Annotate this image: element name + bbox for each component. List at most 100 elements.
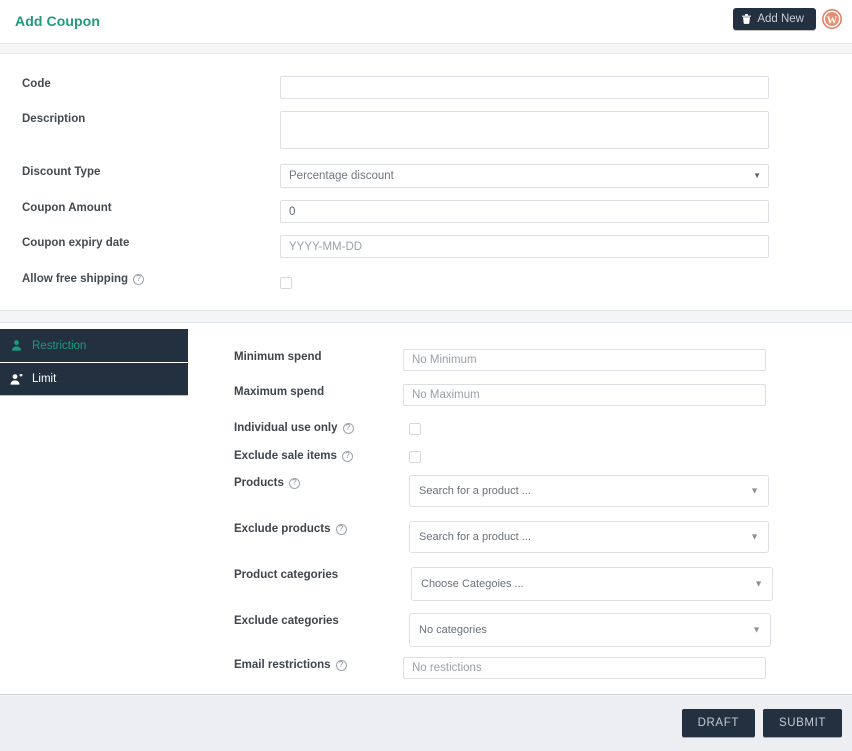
exclude-categories-select-value: No categories (419, 624, 487, 636)
page-header: Add Coupon Add New W (0, 0, 852, 44)
help-icon-exclude-sale-items[interactable]: ? (341, 450, 353, 462)
field-row-exclude-sale-items: Exclude sale items ? (188, 448, 852, 464)
exclude-sale-items-checkbox[interactable] (409, 451, 421, 463)
restriction-panel: Minimum spend Maximum spend Individual u… (188, 323, 852, 696)
products-select-value: Search for a product ... (419, 485, 531, 497)
control-code (280, 76, 852, 99)
label-coupon-expiry-date: Coupon expiry date (22, 237, 130, 249)
add-coupon-page: Add Coupon Add New W Code Description Di… (0, 0, 852, 751)
description-textarea[interactable] (280, 111, 769, 149)
label-allow-free-shipping-text: Allow free shipping (22, 273, 129, 285)
wordpress-logo-icon[interactable]: W (822, 9, 842, 29)
exclude-products-select-value: Search for a product ... (419, 531, 531, 543)
help-icon-exclude-products[interactable]: ? (335, 523, 347, 535)
label-minimum-spend: Minimum spend (234, 351, 322, 363)
individual-use-only-checkbox[interactable] (409, 423, 421, 435)
label-discount-type: Discount Type (22, 166, 101, 178)
label-email-restrictions-text: Email restrictions (234, 659, 331, 671)
label-exclude-products-text: Exclude products (234, 523, 331, 535)
control-free-shipping (280, 271, 852, 289)
control-maximum-spend (403, 384, 852, 406)
submit-button[interactable]: SUBMIT (762, 709, 842, 737)
coupon-expiry-date-input[interactable] (280, 235, 769, 258)
field-row-free-shipping: Allow free shipping ? (0, 271, 852, 289)
exclude-products-select[interactable]: Search for a product ... ▼ (409, 521, 769, 553)
help-icon-free-shipping[interactable]: ? (133, 273, 145, 285)
tab-restriction[interactable]: Restriction (0, 329, 188, 362)
label-exclude-sale-items-text: Exclude sale items (234, 450, 337, 462)
label-maximum-spend: Maximum spend (234, 386, 325, 398)
label-email-restrictions: Email restrictions ? (188, 657, 403, 673)
field-row-coupon-expiry: Coupon expiry date (0, 235, 852, 258)
product-categories-select-value: Choose Categoies ... (421, 578, 524, 590)
user-icon (9, 340, 23, 351)
label-coupon-amount: Coupon Amount (22, 202, 112, 214)
field-row-individual-use: Individual use only ? (188, 420, 852, 436)
control-exclude-categories: No categories ▼ (403, 613, 852, 647)
field-row-product-categories: Product categories Choose Categoies ... … (188, 567, 852, 601)
label-products-text: Products (234, 477, 284, 489)
label-exclude-products: Exclude products ? (188, 521, 403, 537)
field-row-products: Products ? Search for a product ... ▼ (188, 475, 852, 507)
coupon-amount-input[interactable] (280, 200, 769, 223)
tab-limit[interactable]: Limit (0, 362, 188, 395)
control-exclude-products: Search for a product ... ▼ (403, 521, 852, 553)
label-individual-use-only-text: Individual use only (234, 422, 338, 434)
field-row-coupon-amount: Coupon Amount (0, 200, 852, 223)
coupon-data-tabs: Restriction Limit (0, 329, 188, 395)
tab-limit-label: Limit (32, 373, 57, 385)
draft-button[interactable]: DRAFT (681, 709, 755, 737)
chevron-down-icon: ▼ (752, 624, 761, 635)
discount-type-select[interactable]: Percentage discount (280, 164, 769, 188)
label-code: Code (22, 78, 51, 90)
field-row-exclude-categories: Exclude categories No categories ▼ (188, 613, 852, 647)
field-row-code: Code (0, 76, 852, 99)
chevron-down-icon: ▼ (750, 531, 759, 542)
control-description (280, 111, 852, 149)
chevron-down-icon: ▼ (754, 578, 763, 589)
maximum-spend-input[interactable] (403, 384, 766, 406)
label-description: Description (22, 113, 86, 125)
control-exclude-sale-items (403, 448, 852, 463)
field-row-discount-type: Discount Type Percentage discount ▼ (0, 164, 852, 188)
control-products: Search for a product ... ▼ (403, 475, 852, 507)
product-categories-select[interactable]: Choose Categoies ... ▼ (411, 567, 773, 601)
minimum-spend-input[interactable] (403, 349, 766, 371)
help-icon-email-restrictions[interactable]: ? (335, 659, 347, 671)
control-coupon-amount (280, 200, 852, 223)
add-new-button[interactable]: Add New (733, 8, 816, 30)
control-discount-type: Percentage discount ▼ (280, 164, 852, 188)
field-row-email-restrictions: Email restrictions ? (188, 657, 852, 679)
user-add-icon (9, 373, 23, 385)
label-products: Products ? (188, 475, 403, 491)
code-input[interactable] (280, 76, 769, 99)
control-individual-use (403, 420, 852, 435)
footer-actions: DRAFT SUBMIT (681, 709, 842, 737)
help-icon-individual-use[interactable]: ? (342, 422, 354, 434)
tab-restriction-label: Restriction (32, 339, 87, 352)
label-individual-use-only: Individual use only ? (188, 420, 403, 436)
label-exclude-categories: Exclude categories (234, 615, 339, 627)
control-minimum-spend (403, 349, 852, 371)
label-product-categories: Product categories (234, 569, 339, 581)
exclude-categories-select[interactable]: No categories ▼ (409, 613, 771, 647)
label-allow-free-shipping: Allow free shipping ? (0, 271, 280, 287)
trash-icon (742, 14, 752, 24)
chevron-down-icon: ▼ (750, 485, 759, 496)
label-exclude-sale-items: Exclude sale items ? (188, 448, 403, 464)
field-row-description: Description (0, 111, 852, 149)
products-select[interactable]: Search for a product ... ▼ (409, 475, 769, 507)
control-coupon-expiry (280, 235, 852, 258)
field-row-minimum-spend: Minimum spend (188, 349, 852, 371)
control-email-restrictions (403, 657, 852, 679)
field-row-exclude-products: Exclude products ? Search for a product … (188, 521, 852, 553)
coupon-data-card: Restriction Limit Minimum spend No Minim… (0, 322, 852, 695)
field-row-maximum-spend: Maximum spend (188, 384, 852, 406)
email-restrictions-input[interactable] (403, 657, 766, 679)
add-new-label: Add New (757, 13, 804, 25)
allow-free-shipping-checkbox[interactable] (280, 277, 292, 289)
coupon-general-card: Code Description Discount Type Percentag… (0, 53, 852, 311)
header-actions: Add New W (733, 8, 842, 30)
help-icon-products[interactable]: ? (288, 477, 300, 489)
svg-text:W: W (827, 15, 838, 26)
